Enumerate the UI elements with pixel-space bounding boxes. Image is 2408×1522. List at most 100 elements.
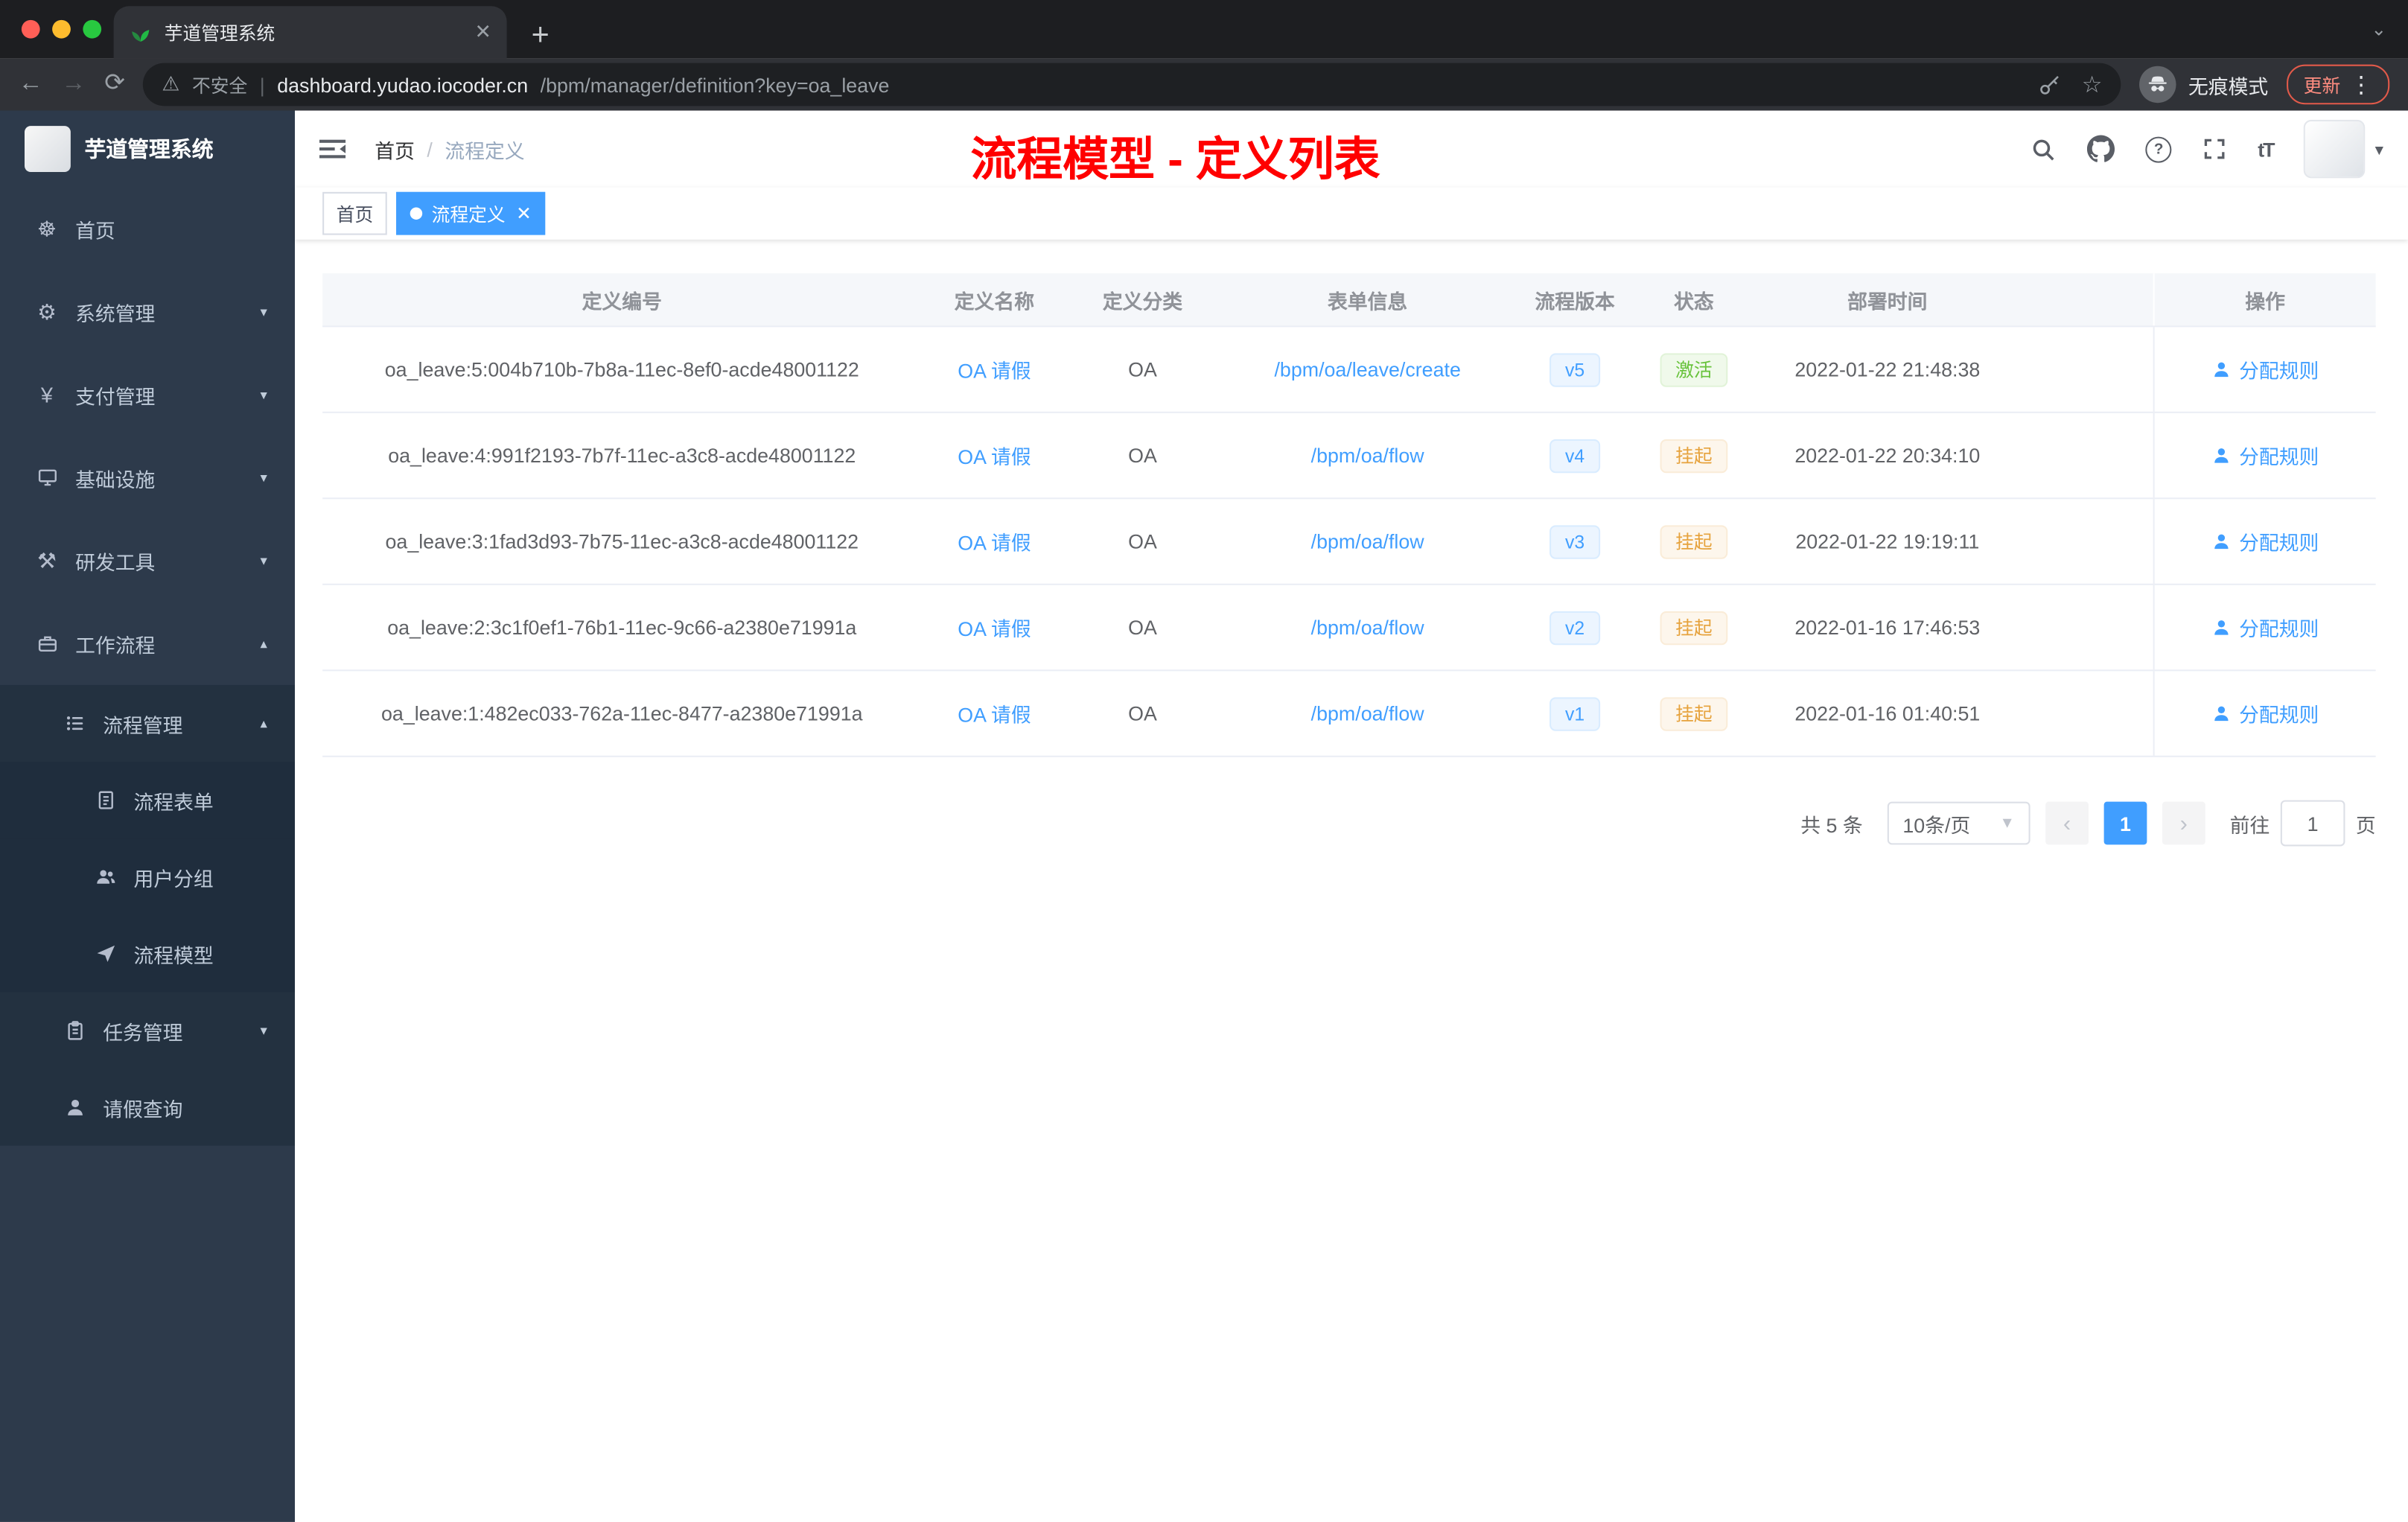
reload-button[interactable]: ⟳ — [104, 71, 125, 97]
tab-close-icon[interactable]: ✕ — [475, 20, 491, 45]
definition-name-link[interactable]: OA 请假 — [958, 613, 1031, 642]
tab-title: 芋道管理系统 — [164, 22, 275, 44]
assign-rule-link[interactable]: 分配规则 — [2211, 441, 2319, 470]
github-icon[interactable] — [2087, 135, 2115, 163]
chevron-down-icon: ▾ — [260, 552, 267, 568]
browser-tab[interactable]: 芋道管理系统 ✕ — [113, 6, 507, 59]
user-menu[interactable]: ▾ — [2304, 119, 2383, 179]
column-header: 定义名称 — [954, 289, 1035, 313]
total-count: 共 5 条 — [1800, 813, 1863, 837]
sidebar-item-user-group[interactable]: 用户分组 — [0, 838, 295, 916]
row-spacer — [2019, 499, 2153, 583]
assign-rule-link[interactable]: 分配规则 — [2211, 354, 2319, 383]
assign-rule-link[interactable]: 分配规则 — [2211, 698, 2319, 727]
current-page-button[interactable]: 1 — [2103, 801, 2147, 845]
favicon-leaf-icon — [132, 29, 150, 41]
sidebar-item-process-model[interactable]: 流程模型 — [0, 915, 295, 993]
person-icon — [62, 1097, 88, 1118]
app-title: 芋道管理系统 — [84, 136, 214, 162]
next-page-button[interactable]: › — [2162, 801, 2205, 845]
column-header: 状态 — [1674, 289, 1714, 313]
page-size-select[interactable]: 10条/页 ▼ — [1887, 801, 2030, 845]
column-header: 操作 — [2153, 273, 2376, 326]
font-size-icon[interactable]: tT — [2258, 138, 2275, 161]
sidebar-item-process-management[interactable]: 流程管理 ▴ — [0, 685, 295, 762]
list-icon — [62, 713, 88, 734]
fullscreen-icon[interactable] — [2202, 137, 2227, 162]
chevron-down-icon: ▾ — [260, 469, 267, 485]
tag-home[interactable]: 首页 — [322, 191, 387, 235]
search-icon[interactable] — [2030, 136, 2057, 162]
sidebar-item-home[interactable]: ☸ 首页 — [0, 188, 295, 270]
definition-id: oa_leave:5:004b710b-7b8a-11ec-8ef0-acde4… — [384, 357, 859, 381]
person-icon — [2214, 448, 2229, 463]
url-host: dashboard.yudao.iocoder.cn — [277, 72, 529, 96]
prev-page-button[interactable]: ‹ — [2045, 801, 2089, 845]
sidebar-item-process-form[interactable]: 流程表单 — [0, 762, 295, 839]
sidebar-item-system-management[interactable]: ⚙ 系统管理 ▾ — [0, 270, 295, 353]
back-button[interactable]: ← — [19, 71, 43, 97]
close-icon[interactable]: ✕ — [516, 203, 532, 224]
incognito-indicator: 无痕模式 — [2138, 66, 2268, 104]
incognito-icon — [2138, 66, 2176, 104]
breadcrumb-home[interactable]: 首页 — [375, 134, 415, 163]
close-window-button[interactable] — [21, 19, 40, 39]
form-info-link[interactable]: /bpm/oa/flow — [1311, 702, 1424, 725]
form-info-link[interactable]: /bpm/oa/flow — [1311, 616, 1424, 639]
definition-name-link[interactable]: OA 请假 — [958, 441, 1031, 470]
column-header: 表单信息 — [1327, 289, 1408, 313]
row-spacer — [2019, 671, 2153, 755]
column-header: 流程版本 — [1535, 289, 1615, 313]
person-icon — [2214, 534, 2229, 550]
status-badge: 激活 — [1660, 352, 1728, 386]
forward-button[interactable]: → — [62, 71, 86, 97]
clipboard-icon — [62, 1020, 88, 1042]
form-info-link[interactable]: /bpm/oa/flow — [1311, 530, 1424, 553]
column-header: 部署时间 — [1847, 289, 1928, 313]
tag-process-definition[interactable]: 流程定义 ✕ — [396, 191, 546, 235]
sidebar-item-workflow[interactable]: 工作流程 ▴ — [0, 602, 295, 685]
new-tab-button[interactable]: + — [532, 20, 550, 51]
sidebar-item-payment-management[interactable]: ¥ 支付管理 ▾ — [0, 353, 295, 436]
definition-name-link[interactable]: OA 请假 — [958, 354, 1031, 383]
browser-toolbar: ← → ⟳ ⚠ 不安全 | dashboard.yudao.iocoder.cn… — [0, 58, 2408, 111]
caret-down-icon: ▾ — [2374, 140, 2383, 159]
security-warning-icon: ⚠ — [162, 71, 180, 95]
form-info-link[interactable]: /bpm/oa/leave/create — [1274, 358, 1460, 381]
tags-view-bar: 首页 流程定义 ✕ — [295, 187, 2408, 240]
table-row: oa_leave:2:3c1f0ef1-76b1-11ec-9c66-a2380… — [322, 585, 2376, 672]
tabstrip-caret-icon[interactable]: ⌄ — [2371, 19, 2386, 40]
breadcrumb-current: 流程定义 — [445, 138, 525, 162]
sidebar-item-infrastructure[interactable]: 基础设施 ▾ — [0, 436, 295, 519]
update-label: 更新 — [2303, 74, 2341, 96]
row-spacer — [2019, 585, 2153, 669]
tools-icon: ⚒ — [36, 547, 57, 573]
assign-rule-link[interactable]: 分配规则 — [2211, 526, 2319, 555]
form-info-link[interactable]: /bpm/oa/flow — [1311, 444, 1424, 467]
zoom-window-button[interactable] — [83, 19, 102, 39]
version-badge: v3 — [1549, 524, 1600, 558]
address-bar[interactable]: ⚠ 不安全 | dashboard.yudao.iocoder.cn /bpm/… — [143, 63, 2121, 106]
goto-page-input[interactable] — [2280, 800, 2345, 847]
definition-name-link[interactable]: OA 请假 — [958, 698, 1031, 727]
page-annotation: 流程模型 - 定义列表 — [970, 135, 1380, 186]
status-badge: 挂起 — [1660, 610, 1728, 645]
definition-table: 定义编号 定义名称 定义分类 表单信息 流程版本 状态 部署时间 操作 oa_l… — [322, 273, 2376, 757]
browser-menu-icon[interactable]: ⋮ — [2350, 71, 2373, 98]
sidebar-item-leave-query[interactable]: 请假查询 — [0, 1069, 295, 1146]
help-icon[interactable]: ? — [2145, 136, 2172, 162]
definition-category: OA — [1128, 357, 1157, 381]
sidebar: 芋道管理系统 ☸ 首页 ⚙ 系统管理 ▾ ¥ 支付管理 ▾ 基础设施 ▾ ⚒ 研… — [0, 110, 295, 1522]
sidebar-item-dev-tools[interactable]: ⚒ 研发工具 ▾ — [0, 519, 295, 602]
bookmark-star-icon[interactable]: ☆ — [2082, 71, 2103, 98]
sidebar-toggle-icon[interactable] — [319, 137, 347, 162]
sidebar-logo[interactable]: 芋道管理系统 — [0, 111, 295, 188]
sidebar-item-task-management[interactable]: 任务管理 ▾ — [0, 992, 295, 1069]
definition-name-link[interactable]: OA 请假 — [958, 526, 1031, 555]
table-row: oa_leave:1:482ec033-762a-11ec-8477-a2380… — [322, 671, 2376, 757]
chevron-down-icon: ▾ — [260, 1022, 267, 1038]
assign-rule-link[interactable]: 分配规则 — [2211, 613, 2319, 642]
minimize-window-button[interactable] — [52, 19, 71, 39]
update-button[interactable]: 更新 ⋮ — [2287, 64, 2390, 105]
key-icon[interactable] — [2037, 73, 2060, 96]
